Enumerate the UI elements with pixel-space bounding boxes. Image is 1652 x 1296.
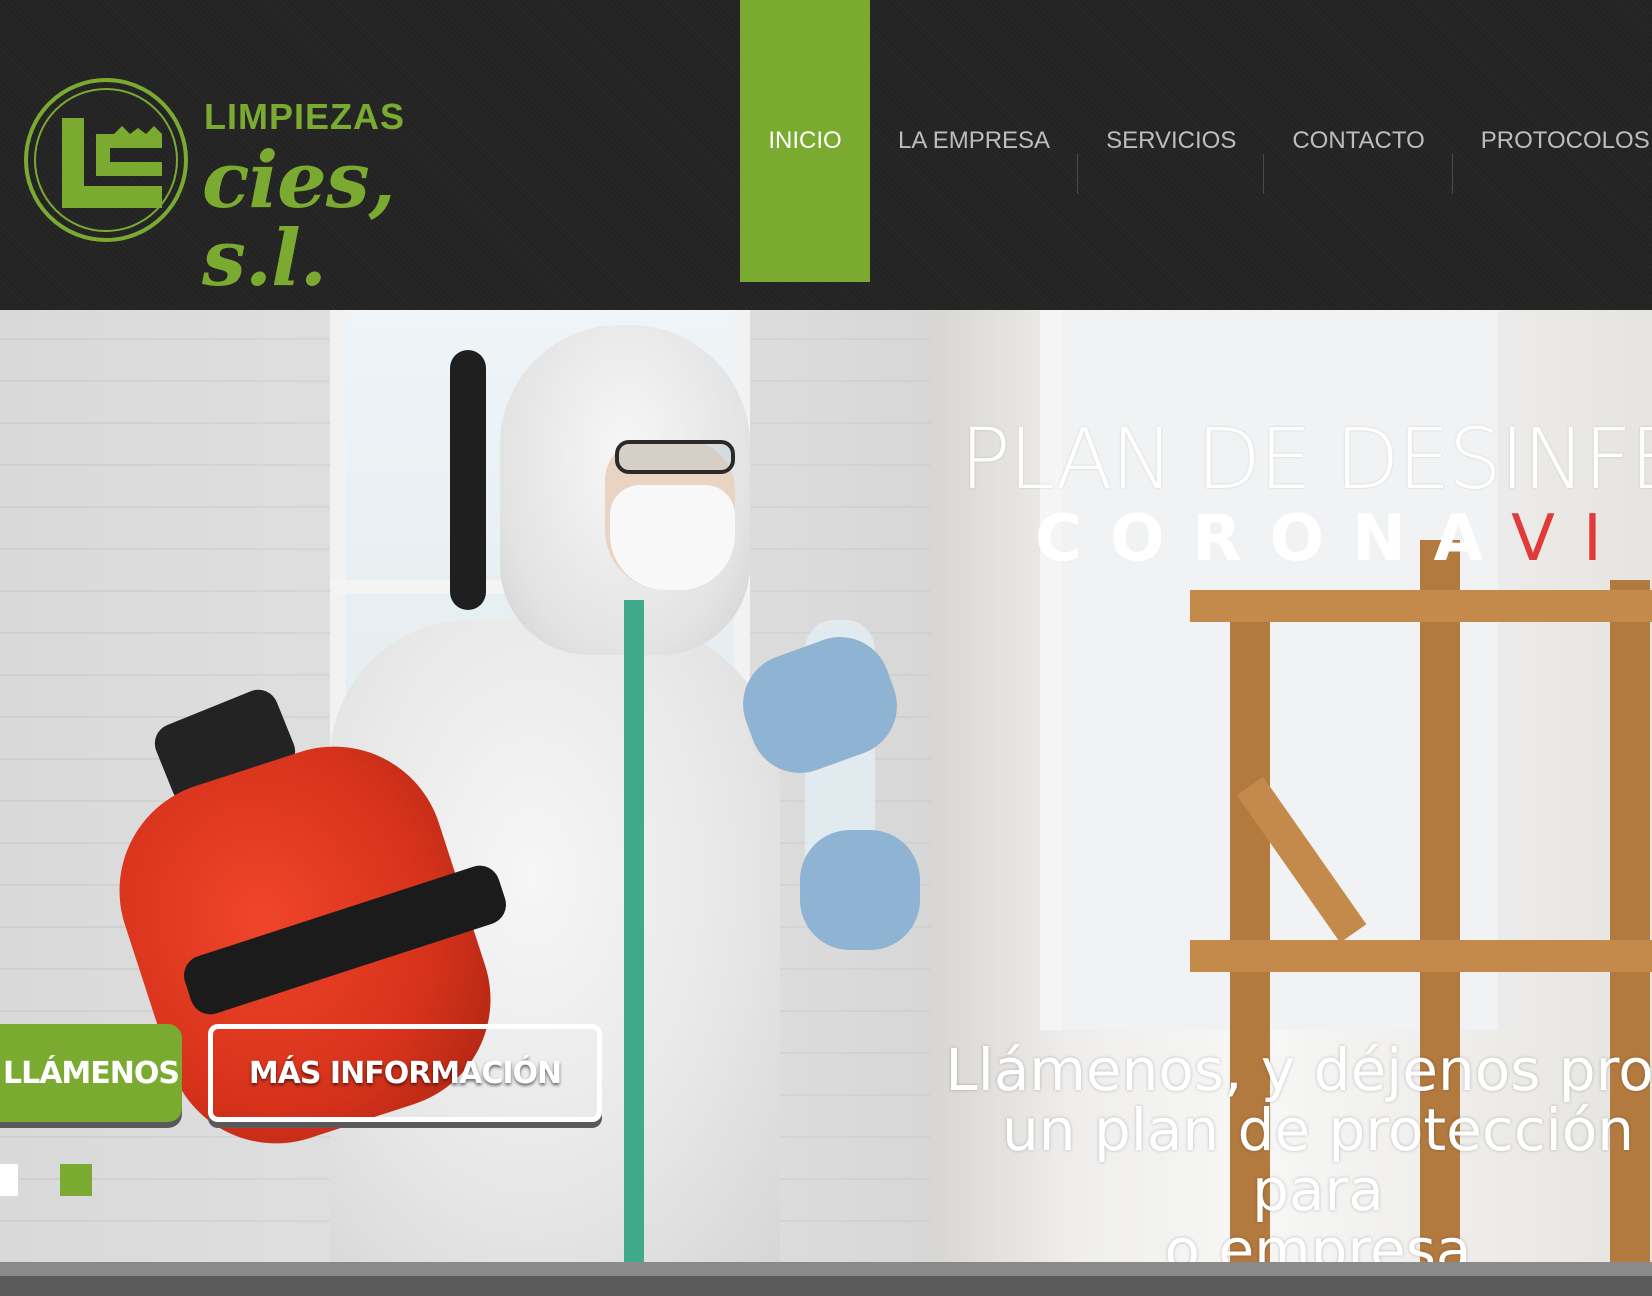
nav-item-inicio[interactable]: INICIO [740,0,870,282]
site-header: LIMPIEZAS cies, s.l. INICIO LA EMPRESA S… [0,0,1652,310]
suit-zipper [624,600,644,1262]
sprayer-hose [450,350,486,610]
hero-subtitle: Llámenos, y déjenos prop un plan de prot… [938,1040,1652,1262]
face-mask [610,485,735,590]
logo-emblem [24,78,188,242]
bottom-strip [0,1262,1652,1296]
main-nav: INICIO LA EMPRESA SERVICIOS CONTACTO PRO… [740,0,1652,282]
nav-item-la-empresa[interactable]: LA EMPRESA [870,0,1079,282]
goggles [615,440,735,474]
logo-limpiezas-text: LIMPIEZAS [204,96,406,137]
nav-item-contacto[interactable]: CONTACTO [1264,0,1454,282]
hero-subtitle-line: o empresa [1164,1216,1472,1262]
hero-subtitle-line: un plan de protección para [1002,1096,1634,1224]
corona-white-text: CORONA [1035,502,1512,576]
logo-cies-text: cies, s.l. [202,135,396,304]
more-info-button[interactable]: MÁS INFORMACIÓN [208,1024,602,1122]
hero-slider: PLAN DE DESINFEC CORONAVI Llámenos, y dé… [0,310,1652,1262]
slider-dot-1[interactable] [0,1164,18,1196]
hero-subtitle-line: Llámenos, y déjenos prop [945,1036,1652,1104]
blue-glove [800,830,920,950]
corona-red-text: VI [1511,502,1630,576]
company-logo[interactable]: LIMPIEZAS cies, s.l. [24,78,504,298]
hero-corona-text: CORONAVI [1035,502,1630,576]
nav-item-servicios[interactable]: SERVICIOS [1078,0,1265,282]
call-us-button[interactable]: LLÁMENOS [0,1024,182,1122]
nav-item-protocolos[interactable]: PROTOCOLOS [1453,0,1652,282]
slider-dot-2[interactable] [60,1164,92,1196]
logo-lc-icon [62,118,162,208]
hero-title: PLAN DE DESINFEC [960,410,1652,508]
